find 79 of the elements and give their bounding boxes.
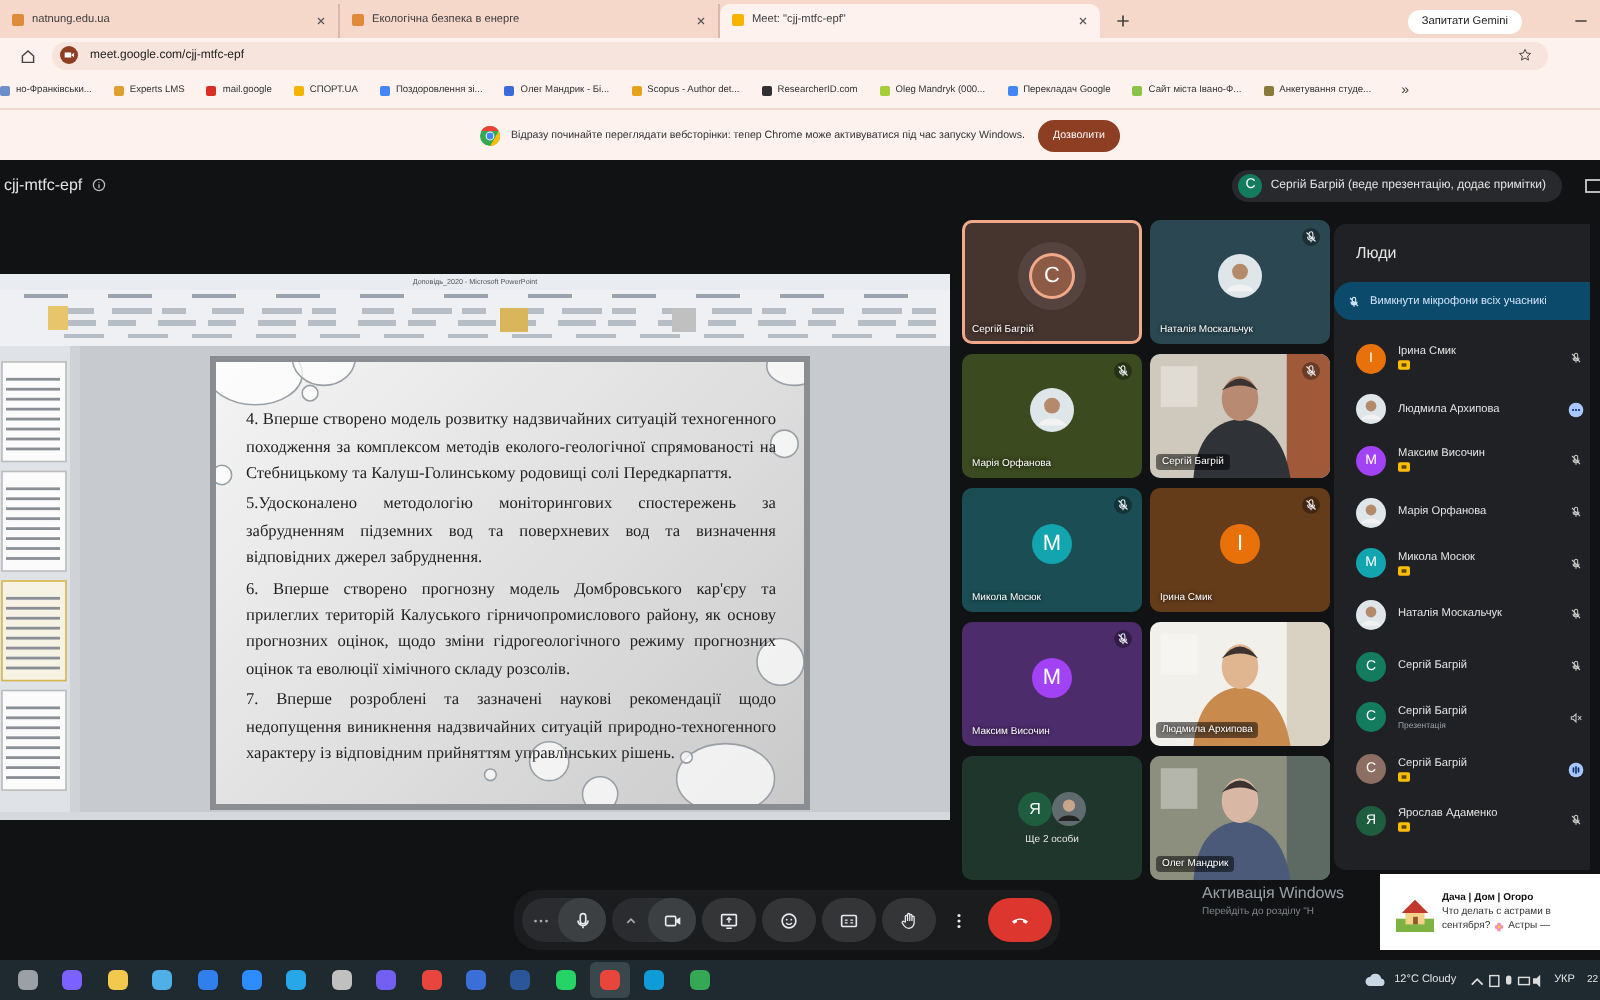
avatar: М: [1032, 658, 1072, 699]
system-tray-drawing: [1468, 971, 1545, 990]
app-icon[interactable]: [555, 970, 576, 991]
avatar-icon: [1356, 497, 1386, 528]
slide-paragraph: 5.Удосконалено методологію моніторингових спостережень за забрудненням підземних вод та поверхневих вод та визначення відповідних джерел забруднення.: [246, 492, 776, 571]
chrome-logo-icon: [479, 125, 500, 146]
mic-off-icon: [1346, 293, 1362, 310]
activation-title: Активація Windows: [1202, 884, 1345, 903]
app-icon[interactable]: [644, 970, 665, 991]
close-icon[interactable]: [316, 15, 326, 26]
site-icon: [379, 86, 390, 97]
info-icon[interactable]: [92, 178, 107, 193]
avatar: М: [1032, 524, 1072, 565]
slide-paragraph: 4. Вперше створено модель розвитку надзвичайних ситуацій техногенного походження за комплексом методів еколого-геологічної спрямованості на Стебницькому та Калуш-Голинському родовищі солі Передкарпаття.: [246, 408, 776, 486]
slides-icon[interactable]: [1584, 175, 1600, 196]
audio-level-icon: [1568, 761, 1584, 778]
avatar-icon: [1052, 791, 1086, 826]
app-icon[interactable]: [152, 970, 173, 991]
site-icon: [293, 86, 304, 97]
app-icon[interactable]: [286, 970, 307, 991]
avatar-icon: [1218, 254, 1262, 299]
mic-off-icon[interactable]: [1568, 452, 1584, 469]
site-icon: [1007, 86, 1018, 97]
slide-paragraph: 6. Вперше створено прогнозну модель Домбровського кар'єру та прилеглих територій Калуського гірничопромислового району, як основу прогнозних оцінок, щодо зміни гідрогеологічного режиму прогнозних оцінок та еволюції хімічного складу розсолів.: [246, 577, 776, 682]
site-icon: [761, 86, 772, 97]
present-button[interactable]: [702, 898, 756, 943]
mic-off-icon[interactable]: [1568, 350, 1584, 367]
home-icon[interactable]: [20, 47, 36, 64]
close-icon[interactable]: [696, 15, 706, 26]
mic-off-icon[interactable]: [1568, 555, 1584, 572]
site-icon: [879, 86, 890, 97]
meeting-code: cjj-mtfc-epf: [4, 176, 83, 195]
site-icon: [0, 86, 10, 97]
avatar: Я: [1018, 791, 1052, 826]
captions-icon: [838, 909, 860, 932]
slide-paragraph: 7. Вперше розроблені та зазначені наукові рекомендації щодо недопущення виникнення надзвичайних ситуацій природно-техногенного характеру із відповідним прийняттям управлінських рішень.: [246, 688, 776, 767]
site-icon: [352, 14, 364, 27]
site-icon: [1132, 86, 1143, 97]
panel-title: Люди: [1356, 244, 1399, 263]
camera-button[interactable]: [648, 898, 696, 943]
site-icon: [1263, 86, 1274, 97]
site-icon: [12, 14, 24, 27]
microphone-button[interactable]: [558, 898, 606, 943]
cloud-icon: [1364, 972, 1389, 989]
captions-button[interactable]: [822, 898, 876, 943]
app-icon[interactable]: [107, 970, 128, 991]
hand-icon: [898, 909, 920, 932]
app-icon[interactable]: [197, 970, 218, 991]
mic-off-icon[interactable]: [1568, 504, 1584, 521]
site-icon: [206, 86, 217, 97]
raise-hand-button[interactable]: [882, 898, 936, 943]
app-icon[interactable]: [18, 970, 38, 991]
emoji-button[interactable]: [762, 898, 816, 943]
avatar-icon: [1030, 388, 1074, 433]
sound-off-icon[interactable]: [1568, 709, 1584, 726]
leave-call-button[interactable]: [988, 898, 1052, 943]
mic-off-icon[interactable]: [1568, 812, 1584, 829]
close-icon[interactable]: [1078, 15, 1088, 26]
avatar-icon: [1356, 394, 1386, 425]
avatar-icon: [1356, 599, 1386, 630]
site-icon: [631, 86, 642, 97]
new-tab-icon[interactable]: [1116, 13, 1130, 28]
app-icon[interactable]: [241, 970, 262, 991]
star-icon[interactable]: [1518, 48, 1532, 63]
microphone-icon: [571, 909, 593, 932]
avatar: І: [1220, 524, 1260, 565]
site-icon: [113, 86, 124, 97]
app-icon[interactable]: [331, 970, 352, 991]
flower-icon: [1494, 921, 1505, 932]
app-icon[interactable]: [689, 970, 710, 991]
mic-off-icon[interactable]: [1568, 606, 1584, 623]
smiley-icon: [778, 909, 800, 932]
camera-icon: [60, 46, 78, 65]
more-icon[interactable]: [1568, 401, 1584, 418]
site-icon: [732, 14, 744, 27]
site-icon: [504, 86, 515, 97]
mic-off-icon[interactable]: [1568, 658, 1584, 675]
present-screen-icon: [718, 909, 740, 932]
avatar: С: [1032, 256, 1072, 297]
